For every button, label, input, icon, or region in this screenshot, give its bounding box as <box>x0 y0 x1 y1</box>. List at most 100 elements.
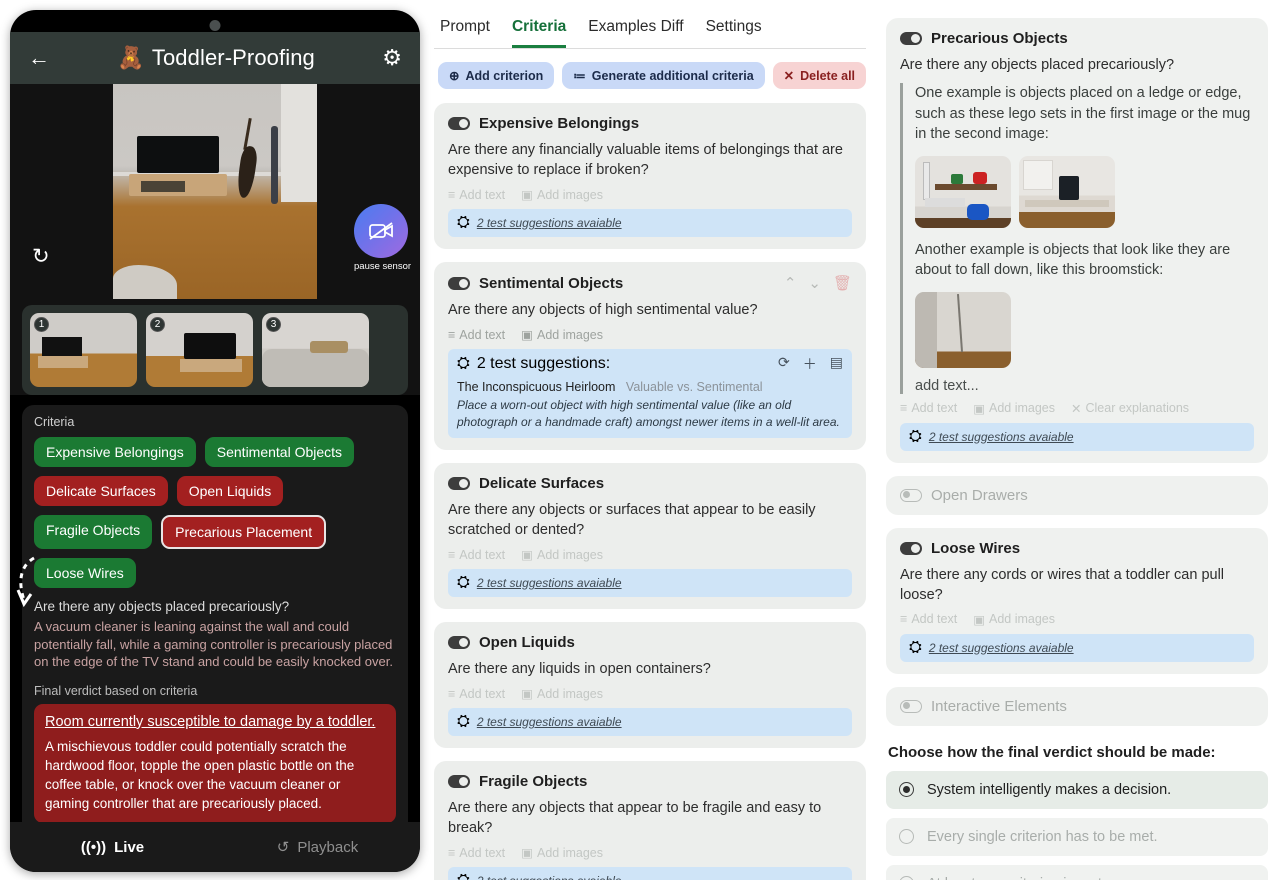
pause-sensor-label: pause sensor <box>354 261 412 272</box>
save-icon[interactable]: ▤ <box>830 354 843 374</box>
add-images-button[interactable]: ▣ Add images <box>521 187 603 203</box>
add-text-button[interactable]: ≡ Add text <box>448 188 505 202</box>
delete-all-button[interactable]: ✕ Delete all <box>772 62 867 89</box>
example-image-lego[interactable] <box>915 155 1012 228</box>
app-root: ← 🧸 Toddler-Proofing ⚙ ↻ pause sensor 1 … <box>0 0 1280 880</box>
criteria-editor-panel: Prompt Criteria Examples Diff Settings ⊕… <box>424 0 878 880</box>
criterion-card-fragile-objects[interactable]: Fragile Objects Are there any objects th… <box>434 761 867 880</box>
criterion-toggle[interactable] <box>448 117 470 130</box>
criteria-chip-list: Expensive Belongings Sentimental Objects… <box>34 437 396 588</box>
explanation-image-row-2 <box>915 291 1254 368</box>
criteria-chip-loose-wires[interactable]: Loose Wires <box>34 558 136 588</box>
criterion-toggle[interactable] <box>448 276 470 290</box>
thumbnail-1[interactable]: 1 <box>30 313 137 387</box>
add-images-button[interactable]: ▣ Add images <box>973 401 1055 416</box>
criterion-card-open-drawers[interactable]: Open Drawers <box>886 475 1268 515</box>
verdict-option-any[interactable]: At least one criterion is met. <box>886 864 1268 880</box>
criterion-card-open-liquids[interactable]: Open Liquids Are there any liquids in op… <box>434 622 867 749</box>
add-images-button[interactable]: ▣ Add images <box>521 686 603 702</box>
gear-icon[interactable]: ⚙ <box>382 47 402 69</box>
criterion-toggle[interactable] <box>448 477 470 491</box>
image-icon: ▣ <box>521 328 533 342</box>
verdict-option-all[interactable]: Every single criterion has to be met. <box>886 817 1268 856</box>
close-icon: ✕ <box>783 69 795 83</box>
delete-icon[interactable]: 🗑 <box>833 274 852 292</box>
criterion-card-delicate-surfaces[interactable]: Delicate Surfaces Are there any objects … <box>434 463 867 610</box>
test-suggestions-bar[interactable]: ⛭ 2 test suggestions avaiable <box>448 867 853 880</box>
criteria-chip-precarious-placement[interactable]: Precarious Placement <box>161 515 327 549</box>
add-images-button[interactable]: ▣ Add images <box>521 327 603 343</box>
criteria-chip-fragile-objects[interactable]: Fragile Objects <box>34 515 153 549</box>
criterion-toggle[interactable] <box>900 699 923 713</box>
criteria-chip-delicate-surfaces[interactable]: Delicate Surfaces <box>34 476 168 506</box>
criteria-chip-sentimental-objects[interactable]: Sentimental Objects <box>204 437 355 467</box>
example-image-broomstick[interactable] <box>915 291 1012 368</box>
plus-icon[interactable]: ＋ <box>803 354 817 374</box>
bug-icon: ⛭ <box>909 638 922 656</box>
image-icon: ▣ <box>521 687 533 702</box>
test-suggestions-label: 2 test suggestions avaiable <box>928 640 1074 655</box>
add-text-button[interactable]: ≡ Add text <box>448 328 505 342</box>
back-arrow-icon[interactable]: ← <box>28 47 50 69</box>
plus-circle-icon: ⊕ <box>449 69 460 83</box>
nav-item-playback[interactable]: ↺ Playback <box>215 838 420 857</box>
move-up-icon[interactable]: ⌃ <box>784 274 797 292</box>
explanation-add-text-placeholder[interactable]: add text... <box>915 378 1254 394</box>
test-suggestions-bar[interactable]: ⛭ 2 test suggestions avaiable <box>448 569 853 598</box>
add-images-button[interactable]: ▣ Add images <box>521 547 603 563</box>
refresh-icon[interactable]: ↻ <box>32 244 50 269</box>
criterion-card-precarious-objects[interactable]: Precarious Objects Are there any objects… <box>886 18 1268 463</box>
criteria-chip-expensive-belongings[interactable]: Expensive Belongings <box>34 437 196 467</box>
thumbnail-3[interactable]: 3 <box>262 313 369 387</box>
add-text-button[interactable]: ≡ Add text <box>448 687 505 701</box>
criterion-card-sentimental-objects[interactable]: Sentimental Objects ⌃ ⌄ 🗑 Are there any … <box>434 262 867 451</box>
criterion-card-expensive-belongings[interactable]: Expensive Belongings Are there any finan… <box>434 103 867 249</box>
final-verdict-box: Room currently susceptible to damage by … <box>34 703 396 824</box>
test-suggestions-bar[interactable]: ⛭ 2 test suggestions avaiable <box>448 209 853 237</box>
criterion-title: Open Liquids <box>479 634 575 652</box>
criteria-chip-open-liquids[interactable]: Open Liquids <box>176 476 284 506</box>
tab-settings[interactable]: Settings <box>706 18 762 48</box>
add-text-label: Add text <box>911 401 958 416</box>
test-suggestions-bar[interactable]: ⛭ 2 test suggestions avaiable <box>448 708 853 737</box>
verdict-option-label: System intelligently makes a decision. <box>927 781 1172 798</box>
criterion-toggle[interactable] <box>900 488 923 502</box>
nav-item-live[interactable]: ((•)) Live <box>10 839 215 856</box>
criterion-toggle[interactable] <box>900 32 923 45</box>
test-suggestions-bar[interactable]: ⛭ 2 test suggestions avaiable <box>900 633 1254 662</box>
clear-explanations-button[interactable]: ✕ Clear explanations <box>1071 401 1189 416</box>
camera-image <box>113 84 317 299</box>
add-text-button[interactable]: ≡ Add text <box>900 612 957 626</box>
add-text-button[interactable]: ≡ Add text <box>448 548 505 562</box>
criterion-toggle[interactable] <box>900 541 923 555</box>
criterion-card-interactive-elements[interactable]: Interactive Elements <box>886 686 1268 726</box>
add-text-button[interactable]: ≡ Add text <box>900 401 957 415</box>
test-suggestions-bar[interactable]: ⛭ 2 test suggestions avaiable <box>900 422 1254 451</box>
criterion-card-loose-wires[interactable]: Loose Wires Are there any cords or wires… <box>886 527 1268 674</box>
add-text-button[interactable]: ≡ Add text <box>448 846 505 860</box>
generate-additional-criteria-button[interactable]: ≔ Generate additional criteria <box>562 62 765 89</box>
add-images-button[interactable]: ▣ Add images <box>973 612 1055 627</box>
list-plus-icon: ≔ <box>573 69 586 83</box>
test-suggestions-label: 2 test suggestions avaiable <box>928 429 1074 444</box>
criterion-toggle[interactable] <box>448 636 470 650</box>
tab-criteria[interactable]: Criteria <box>511 18 567 48</box>
criterion-question: Are there any cords or wires that a todd… <box>900 566 1225 603</box>
explanation-text-1: One example is objects placed on a ledge… <box>915 85 1251 143</box>
criterion-toggle[interactable] <box>448 775 470 789</box>
example-image-mug[interactable] <box>1019 155 1116 228</box>
phone-preview-panel: ← 🧸 Toddler-Proofing ⚙ ↻ pause sensor 1 … <box>0 0 424 880</box>
refresh-icon[interactable]: ⟳ <box>778 354 790 374</box>
phone-frame: ← 🧸 Toddler-Proofing ⚙ ↻ pause sensor 1 … <box>10 10 420 872</box>
thumbnail-2[interactable]: 2 <box>146 313 253 387</box>
history-icon: ↺ <box>276 839 290 856</box>
radio-selected-icon <box>899 782 915 798</box>
test-suggestions-label: 2 test suggestions avaiable <box>476 576 622 591</box>
pause-sensor-button[interactable]: pause sensor <box>354 204 412 272</box>
move-down-icon[interactable]: ⌄ <box>808 274 821 292</box>
add-criterion-button[interactable]: ⊕ Add criterion <box>438 62 555 89</box>
verdict-option-system[interactable]: System intelligently makes a decision. <box>886 770 1268 809</box>
tab-prompt[interactable]: Prompt <box>440 18 490 48</box>
add-images-button[interactable]: ▣ Add images <box>521 845 603 861</box>
tab-examples-diff[interactable]: Examples Diff <box>588 18 683 48</box>
